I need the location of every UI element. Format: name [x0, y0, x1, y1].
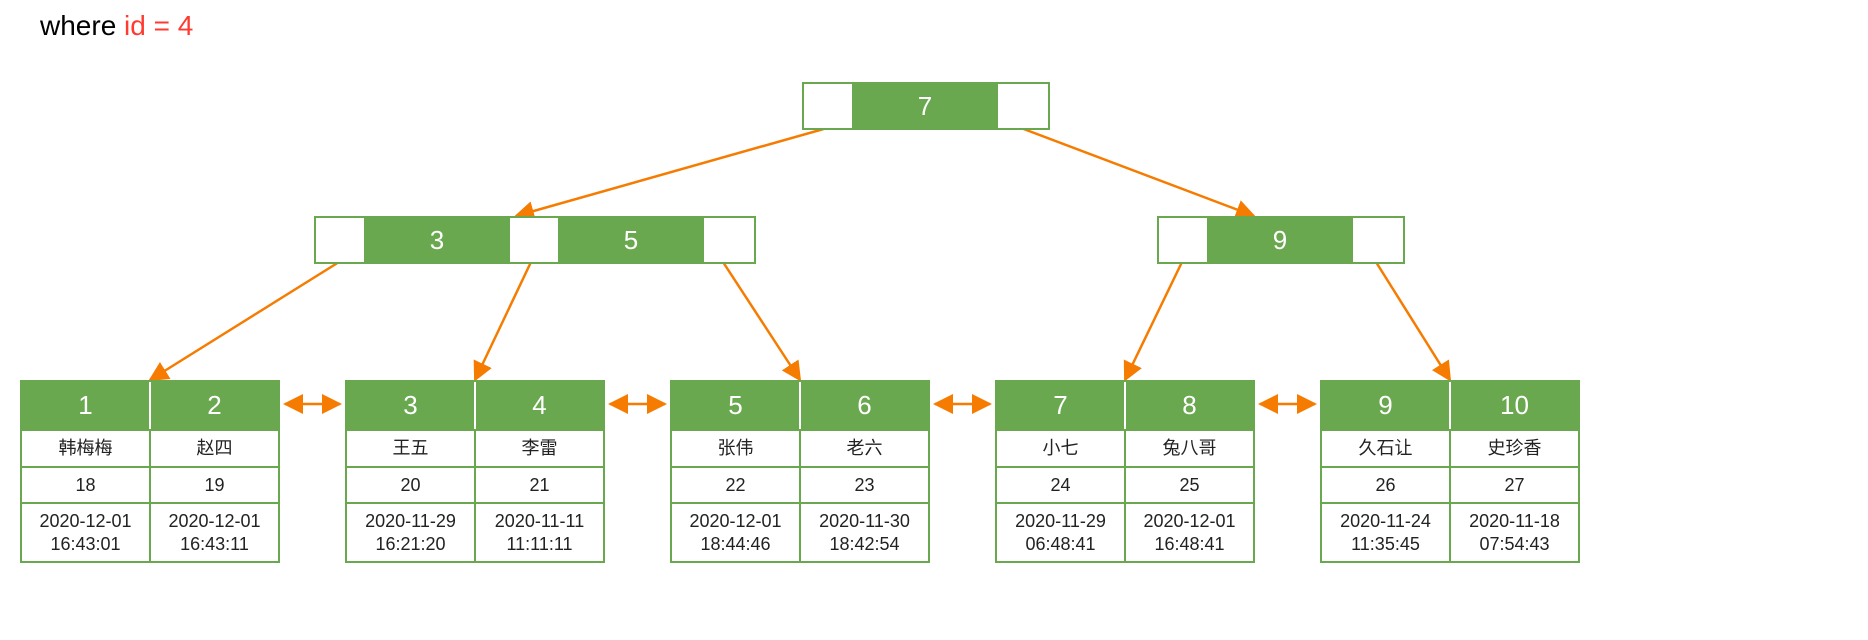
leaf-id: 1 — [22, 382, 151, 429]
leaf-name: 李雷 — [476, 429, 603, 466]
btree-leaf-node: 7 8 小七兔八哥 2425 2020-11-2906:48:412020-12… — [995, 380, 1255, 563]
leaf-name: 赵四 — [151, 429, 278, 466]
leaf-id: 9 — [1322, 382, 1451, 429]
node-pointer — [998, 84, 1048, 128]
node-pointer — [316, 218, 366, 262]
leaf-age: 18 — [22, 466, 151, 503]
query-condition: id = 4 — [124, 10, 193, 41]
node-pointer — [804, 84, 854, 128]
leaf-time: 2020-11-1807:54:43 — [1451, 502, 1578, 561]
btree-internal-node: 3 5 — [314, 216, 756, 264]
node-pointer — [704, 218, 754, 262]
leaf-name: 久石让 — [1322, 429, 1451, 466]
btree-leaf-node: 3 4 王五李雷 2021 2020-11-2916:21:202020-11-… — [345, 380, 605, 563]
node-key: 5 — [560, 218, 704, 262]
leaf-name: 王五 — [347, 429, 476, 466]
leaf-id: 8 — [1126, 382, 1253, 429]
leaf-link-gap — [605, 380, 670, 428]
leaf-age: 19 — [151, 466, 278, 503]
leaf-time: 2020-12-0116:43:01 — [22, 502, 151, 561]
btree-leaf-node: 5 6 张伟老六 2223 2020-12-0118:44:462020-11-… — [670, 380, 930, 563]
leaf-time: 2020-11-2916:21:20 — [347, 502, 476, 561]
leaf-time: 2020-11-2411:35:45 — [1322, 502, 1451, 561]
leaf-age: 26 — [1322, 466, 1451, 503]
leaf-age: 25 — [1126, 466, 1253, 503]
leaf-id: 2 — [151, 382, 278, 429]
leaf-time: 2020-12-0116:43:11 — [151, 502, 278, 561]
node-pointer — [510, 218, 560, 262]
leaf-age: 23 — [801, 466, 928, 503]
btree-leaf-level: 1 2 韩梅梅赵四 1819 2020-12-0116:43:012020-12… — [20, 380, 1580, 563]
node-pointer — [1353, 218, 1403, 262]
leaf-id: 3 — [347, 382, 476, 429]
leaf-name: 张伟 — [672, 429, 801, 466]
leaf-id: 6 — [801, 382, 928, 429]
leaf-time: 2020-11-2906:48:41 — [997, 502, 1126, 561]
btree-leaf-node: 9 10 久石让史珍香 2627 2020-11-2411:35:452020-… — [1320, 380, 1580, 563]
leaf-name: 小七 — [997, 429, 1126, 466]
leaf-name: 史珍香 — [1451, 429, 1578, 466]
leaf-time: 2020-12-0116:48:41 — [1126, 502, 1253, 561]
btree-root-node: 7 — [802, 82, 1050, 130]
leaf-link-gap — [930, 380, 995, 428]
leaf-name: 兔八哥 — [1126, 429, 1253, 466]
leaf-age: 24 — [997, 466, 1126, 503]
leaf-age: 21 — [476, 466, 603, 503]
node-pointer — [1159, 218, 1209, 262]
btree-internal-node: 9 — [1157, 216, 1405, 264]
node-key: 9 — [1209, 218, 1353, 262]
leaf-name: 韩梅梅 — [22, 429, 151, 466]
node-key: 7 — [854, 84, 998, 128]
leaf-age: 22 — [672, 466, 801, 503]
leaf-time: 2020-11-1111:11:11 — [476, 502, 603, 561]
leaf-link-gap — [1255, 380, 1320, 428]
query-prefix: where — [40, 10, 124, 41]
leaf-link-gap — [280, 380, 345, 428]
leaf-time: 2020-11-3018:42:54 — [801, 502, 928, 561]
leaf-id: 4 — [476, 382, 603, 429]
leaf-age: 20 — [347, 466, 476, 503]
leaf-id: 7 — [997, 382, 1126, 429]
leaf-time: 2020-12-0118:44:46 — [672, 502, 801, 561]
leaf-name: 老六 — [801, 429, 928, 466]
leaf-id: 5 — [672, 382, 801, 429]
leaf-id: 10 — [1451, 382, 1578, 429]
leaf-age: 27 — [1451, 466, 1578, 503]
node-key: 3 — [366, 218, 510, 262]
btree-leaf-node: 1 2 韩梅梅赵四 1819 2020-12-0116:43:012020-12… — [20, 380, 280, 563]
query-title: where id = 4 — [40, 10, 193, 42]
